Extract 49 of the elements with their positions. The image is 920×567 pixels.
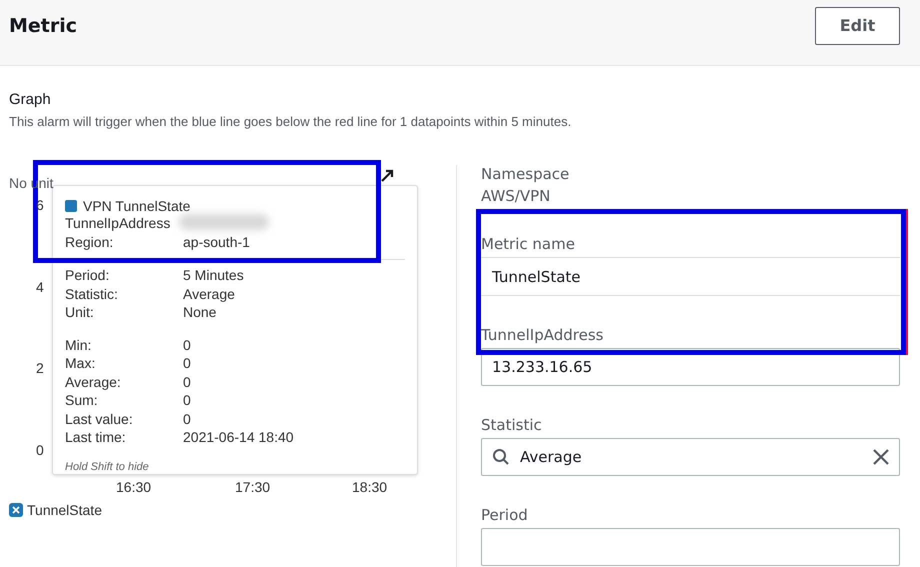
input-field[interactable] [481,528,900,566]
field-label: TunnelIpAddress [481,326,604,344]
tooltip-value: 2021-06-14 18:40 [183,428,295,446]
tooltip-label: Region: [65,232,114,251]
tooltip-value: ap-south-1 [183,232,251,251]
tooltip-label: TunnelIpAddress [65,214,172,232]
tooltip-label: Average: [65,372,122,391]
field-label: Period [481,506,529,524]
tooltip-value: 0 [183,336,192,354]
edit-button[interactable]: Edit [815,6,900,44]
tooltip-label: Last time: [65,428,127,446]
search-icon [492,448,510,466]
tooltip-hint: Hold Shift to hide [65,460,150,472]
axis-tick-label: 16:30 [116,479,152,495]
field-label: Statistic [481,416,543,434]
expand-icon[interactable] [380,169,394,183]
series-name: VPN TunnelState [83,198,190,214]
tooltip-label: Sum: [65,391,99,410]
tooltip-value: None [183,303,218,322]
tooltip-value: Average [183,284,236,303]
field-label: Metric name [481,235,576,253]
axis-tick-label: 17:30 [235,479,270,495]
tooltip-value: 0 [183,354,192,372]
tooltip-value: 0 [183,391,192,410]
field-value: AWS/VPN [481,187,552,205]
graph-description: This alarm will trigger when the blue line goes below the red line for 1 datapoints within 5 minutes. [9,114,572,129]
tooltip-label: Max: [65,354,96,372]
legend-checkbox-icon[interactable] [9,503,23,517]
series-swatch [65,200,77,212]
clear-icon[interactable] [873,449,889,465]
section-title: Graph [9,91,52,108]
tooltip-label: Period: [65,266,110,284]
legend-label: TunnelState [27,502,102,518]
tooltip-value: 5 Minutes [183,266,245,284]
axis-tick-label: 0 [36,442,44,458]
tooltip-label: Unit: [65,303,95,322]
tooltip-label: Last value: [65,410,134,428]
axis-tick-label: 4 [36,279,44,295]
metric-name-field: TunnelState [481,257,900,296]
tooltip-label: Statistic: [65,284,119,303]
tooltip-value: 0 [183,410,192,428]
page-title: Metric [9,14,78,36]
axis-tick-label: 18:30 [352,479,388,495]
field-label: Namespace [481,165,570,183]
search-field[interactable]: Average [481,438,900,476]
input-field[interactable]: 13.233.16.65 [481,348,900,386]
tooltip-label: Min: [65,336,92,354]
axis-tick-label: 2 [36,360,44,376]
tooltip-value: 0 [183,372,192,391]
